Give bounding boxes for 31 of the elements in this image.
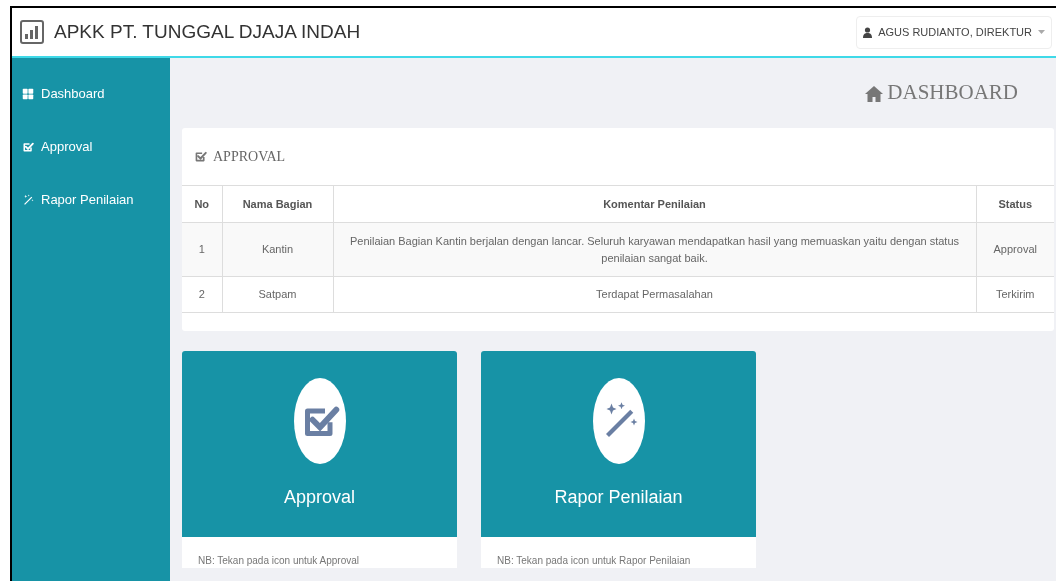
panel-title: APPROVAL <box>213 148 286 166</box>
home-icon <box>865 84 884 102</box>
column-header: Status <box>976 185 1054 223</box>
bar-chart-icon <box>20 20 44 44</box>
card-title: Approval <box>283 486 355 509</box>
table-cell: Penilaian Bagian Kantin berjalan dengan lancar. Seluruh karyawan mendapatkan hasil yang memuaskan yaitu dengan status penilaian sangat baik. <box>333 222 976 277</box>
table-cell: Kantin <box>222 222 333 277</box>
sidebar-item[interactable]: Dashboard <box>22 84 170 104</box>
table-cell: 1 <box>182 222 222 277</box>
user-icon <box>863 26 873 38</box>
column-header: Nama Bagian <box>222 185 333 223</box>
table-cell: Approval <box>976 222 1054 277</box>
magic-wand-icon <box>22 194 34 206</box>
table-cell: Satpam <box>222 276 333 313</box>
card-title: Rapor Penilaian <box>554 486 683 509</box>
table-cell: Terkirim <box>976 276 1054 313</box>
sidebar-item[interactable]: Approval <box>22 137 170 157</box>
sidebar-item[interactable]: Rapor Penilaian <box>22 190 170 210</box>
app-title: APKK PT. TUNGGAL DJAJA INDAH <box>54 19 361 44</box>
column-header: No <box>182 185 222 223</box>
column-header: Komentar Penilaian <box>333 185 976 223</box>
table-cell: Terdapat Permasalahan <box>333 276 976 313</box>
table-cell: 2 <box>182 276 222 313</box>
card-note: NB: Tekan pada icon untuk Rapor Penilaian <box>496 554 692 568</box>
checkbox-icon <box>22 141 34 153</box>
caret-icon <box>1038 30 1045 34</box>
card-note: NB: Tekan pada icon untuk Approval <box>197 554 361 568</box>
grid-icon <box>22 88 34 100</box>
checkbox-icon <box>194 150 207 163</box>
user-menu[interactable]: AGUS RUDIANTO, DIREKTUR <box>856 15 1052 49</box>
page-title: DASHBOARD <box>887 79 1018 107</box>
